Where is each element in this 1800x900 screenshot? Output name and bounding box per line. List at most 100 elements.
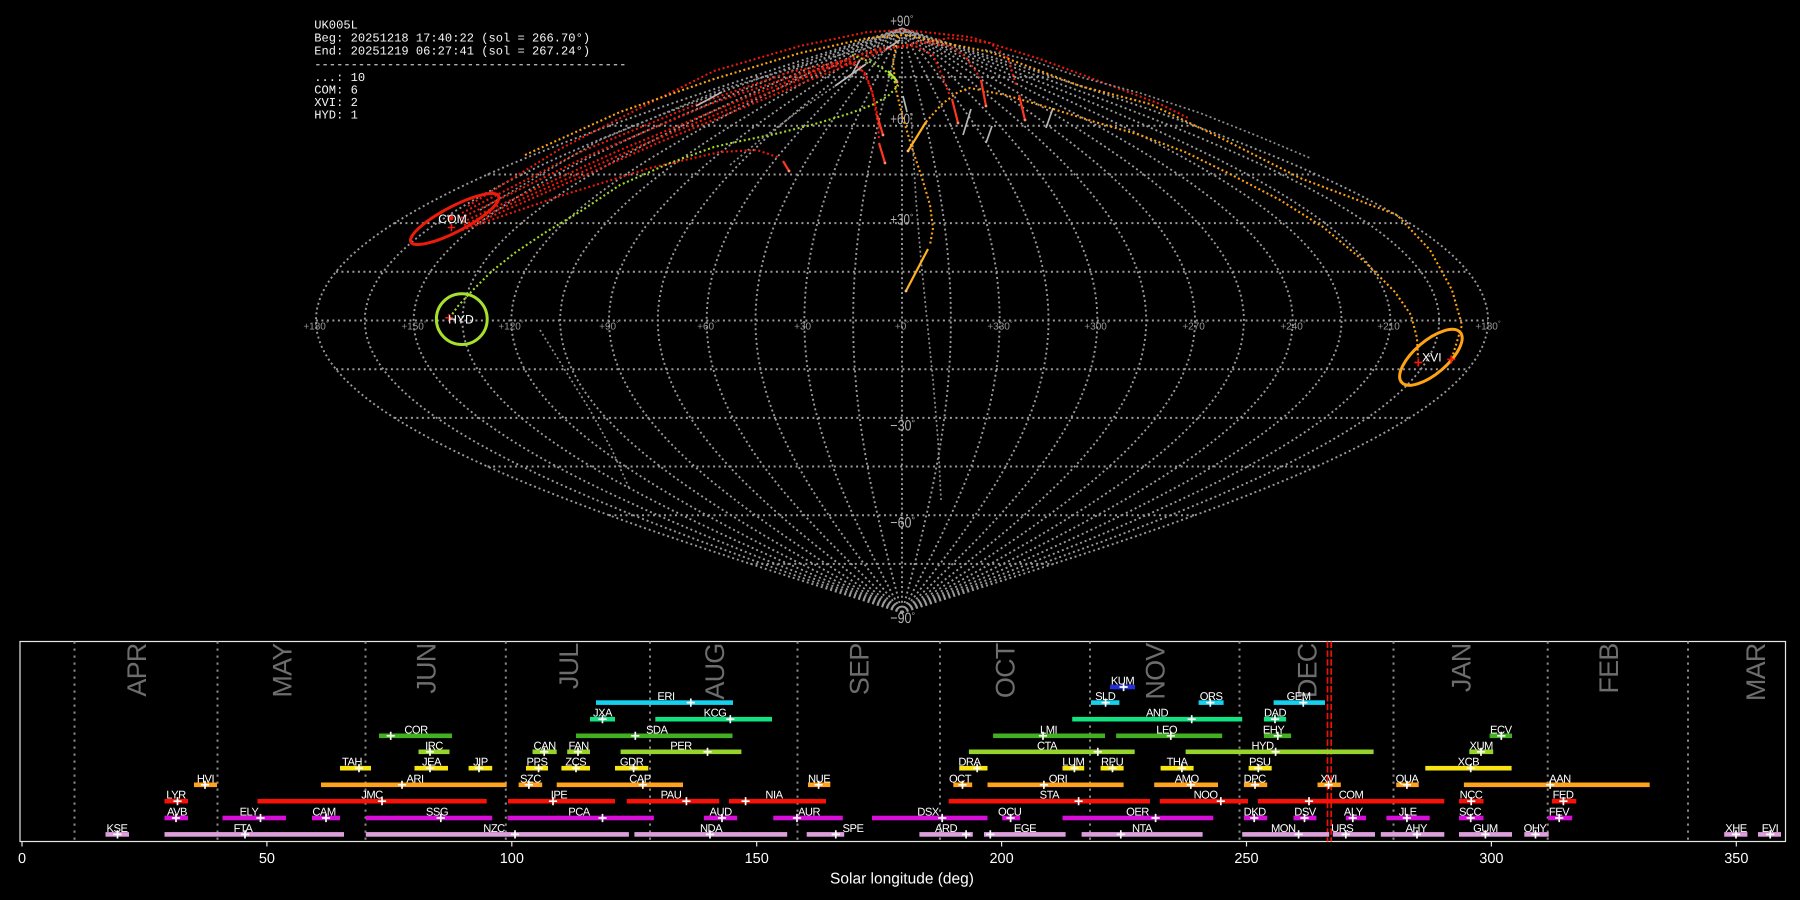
- svg-text:FED: FED: [1553, 790, 1574, 802]
- svg-text:EGE: EGE: [1014, 823, 1036, 835]
- svg-text:LMI: LMI: [1040, 724, 1058, 736]
- svg-text:PPS: PPS: [527, 757, 548, 769]
- svg-text:FEV: FEV: [1549, 807, 1570, 819]
- svg-text:OHY: OHY: [1524, 823, 1548, 835]
- svg-text:SDA: SDA: [646, 724, 669, 736]
- svg-text:OCU: OCU: [998, 807, 1022, 819]
- svg-text:+210°: +210°: [1377, 321, 1403, 333]
- svg-text:JMC: JMC: [361, 790, 383, 802]
- svg-text:NIA: NIA: [765, 790, 783, 802]
- svg-text:ELY: ELY: [240, 807, 260, 819]
- svg-text:CAM: CAM: [312, 807, 336, 819]
- svg-text:SCC: SCC: [1459, 807, 1482, 819]
- svg-text:OCT: OCT: [991, 643, 1021, 698]
- svg-text:SZC: SZC: [520, 773, 541, 785]
- svg-text:+120°: +120°: [498, 321, 524, 333]
- svg-text:XVI: XVI: [1320, 773, 1337, 785]
- svg-text:NDA: NDA: [700, 823, 723, 835]
- svg-text:EHY: EHY: [1263, 724, 1286, 736]
- svg-text:NCC: NCC: [1460, 790, 1483, 802]
- svg-text:ZCS: ZCS: [565, 757, 586, 769]
- svg-text:ECV: ECV: [1490, 724, 1513, 736]
- svg-text:AUG: AUG: [700, 644, 730, 700]
- svg-text:XCB: XCB: [1458, 757, 1480, 769]
- svg-text:PCA: PCA: [568, 807, 591, 819]
- svg-text:50: 50: [259, 851, 275, 867]
- svg-text:------------------------------: ----------------------------------------…: [314, 58, 626, 72]
- svg-text:FEB: FEB: [1594, 644, 1624, 694]
- svg-text:DAD: DAD: [1264, 708, 1287, 720]
- svg-text:SLD: SLD: [1095, 691, 1116, 703]
- svg-text:SPE: SPE: [843, 823, 864, 835]
- svg-text:JUL: JUL: [554, 643, 584, 689]
- svg-text:AAN: AAN: [1549, 773, 1571, 785]
- svg-text:NUE: NUE: [808, 773, 830, 785]
- svg-text:THA: THA: [1167, 757, 1189, 769]
- svg-text:ARI: ARI: [406, 773, 424, 785]
- svg-text:XUM: XUM: [1470, 740, 1494, 752]
- svg-text:AHY: AHY: [1405, 823, 1428, 835]
- svg-text:DSX: DSX: [917, 807, 940, 819]
- svg-text:PER: PER: [670, 740, 692, 752]
- svg-text:FTA: FTA: [234, 823, 254, 835]
- svg-text:Solar longitude (deg): Solar longitude (deg): [830, 871, 974, 888]
- svg-text:SSG: SSG: [426, 807, 448, 819]
- svg-text:ERI: ERI: [657, 691, 675, 703]
- svg-text:200: 200: [989, 851, 1013, 867]
- svg-text:OER: OER: [1126, 807, 1149, 819]
- svg-text:0: 0: [18, 851, 26, 867]
- svg-text:+150°: +150°: [401, 321, 427, 333]
- svg-text:GDR: GDR: [620, 757, 644, 769]
- svg-text:NZC: NZC: [483, 823, 505, 835]
- svg-text:GEM: GEM: [1287, 691, 1311, 703]
- svg-text:QUA: QUA: [1396, 773, 1420, 785]
- svg-text:GUM: GUM: [1473, 823, 1498, 835]
- svg-text:URS: URS: [1331, 823, 1353, 835]
- svg-text:DSV: DSV: [1294, 807, 1317, 819]
- svg-text:AMO: AMO: [1175, 773, 1200, 785]
- svg-text:PSU: PSU: [1249, 757, 1271, 769]
- svg-text:End: 20251219 06:27:41 (sol =: End: 20251219 06:27:41 (sol = 267.24°): [314, 45, 590, 59]
- svg-text:AUR: AUR: [798, 807, 821, 819]
- svg-text:250: 250: [1234, 851, 1258, 867]
- svg-text:JAN: JAN: [1447, 644, 1477, 693]
- svg-text:DEC: DEC: [1293, 643, 1323, 698]
- svg-text:TAH: TAH: [342, 757, 362, 769]
- svg-text:ORS: ORS: [1200, 691, 1223, 703]
- svg-text:ARD: ARD: [935, 823, 958, 835]
- svg-text:JXA: JXA: [593, 708, 613, 720]
- svg-text:XHE: XHE: [1725, 823, 1747, 835]
- svg-text:DKD: DKD: [1244, 807, 1267, 819]
- svg-text:150: 150: [745, 851, 769, 867]
- svg-text:JIP: JIP: [473, 757, 488, 769]
- svg-text:AUD: AUD: [710, 807, 733, 819]
- svg-text:RPU: RPU: [1101, 757, 1124, 769]
- svg-text:+180°: +180°: [1475, 321, 1501, 333]
- svg-text:+240°: +240°: [1280, 321, 1306, 333]
- svg-text:OCT: OCT: [949, 773, 972, 785]
- svg-text:AND: AND: [1146, 708, 1169, 720]
- svg-text:CTA: CTA: [1037, 740, 1058, 752]
- svg-text:APR: APR: [122, 643, 152, 696]
- svg-text:DPC: DPC: [1244, 773, 1267, 785]
- svg-text:NOV: NOV: [1141, 643, 1171, 700]
- svg-text:+270°: +270°: [1182, 321, 1208, 333]
- svg-text:STA: STA: [1040, 790, 1060, 802]
- svg-text:CAP: CAP: [629, 773, 651, 785]
- svg-text:MON: MON: [1271, 823, 1296, 835]
- svg-text:COM: COM: [438, 212, 466, 226]
- svg-text:CAN: CAN: [534, 740, 557, 752]
- svg-text:+330°: +330°: [987, 321, 1013, 333]
- svg-text:HVI: HVI: [197, 773, 215, 785]
- svg-text:IRC: IRC: [425, 740, 443, 752]
- svg-text:+180°: +180°: [303, 321, 329, 333]
- svg-text:NTA: NTA: [1132, 823, 1153, 835]
- svg-text:MAY: MAY: [268, 643, 298, 698]
- svg-text:FAN: FAN: [568, 740, 589, 752]
- svg-text:JUN: JUN: [412, 644, 442, 694]
- svg-text:AVB: AVB: [167, 807, 187, 819]
- svg-text:KSE: KSE: [107, 823, 128, 835]
- svg-text:UK005L: UK005L: [314, 19, 358, 33]
- svg-text:PAU: PAU: [661, 790, 682, 802]
- svg-text:XVI: XVI: [1422, 351, 1442, 365]
